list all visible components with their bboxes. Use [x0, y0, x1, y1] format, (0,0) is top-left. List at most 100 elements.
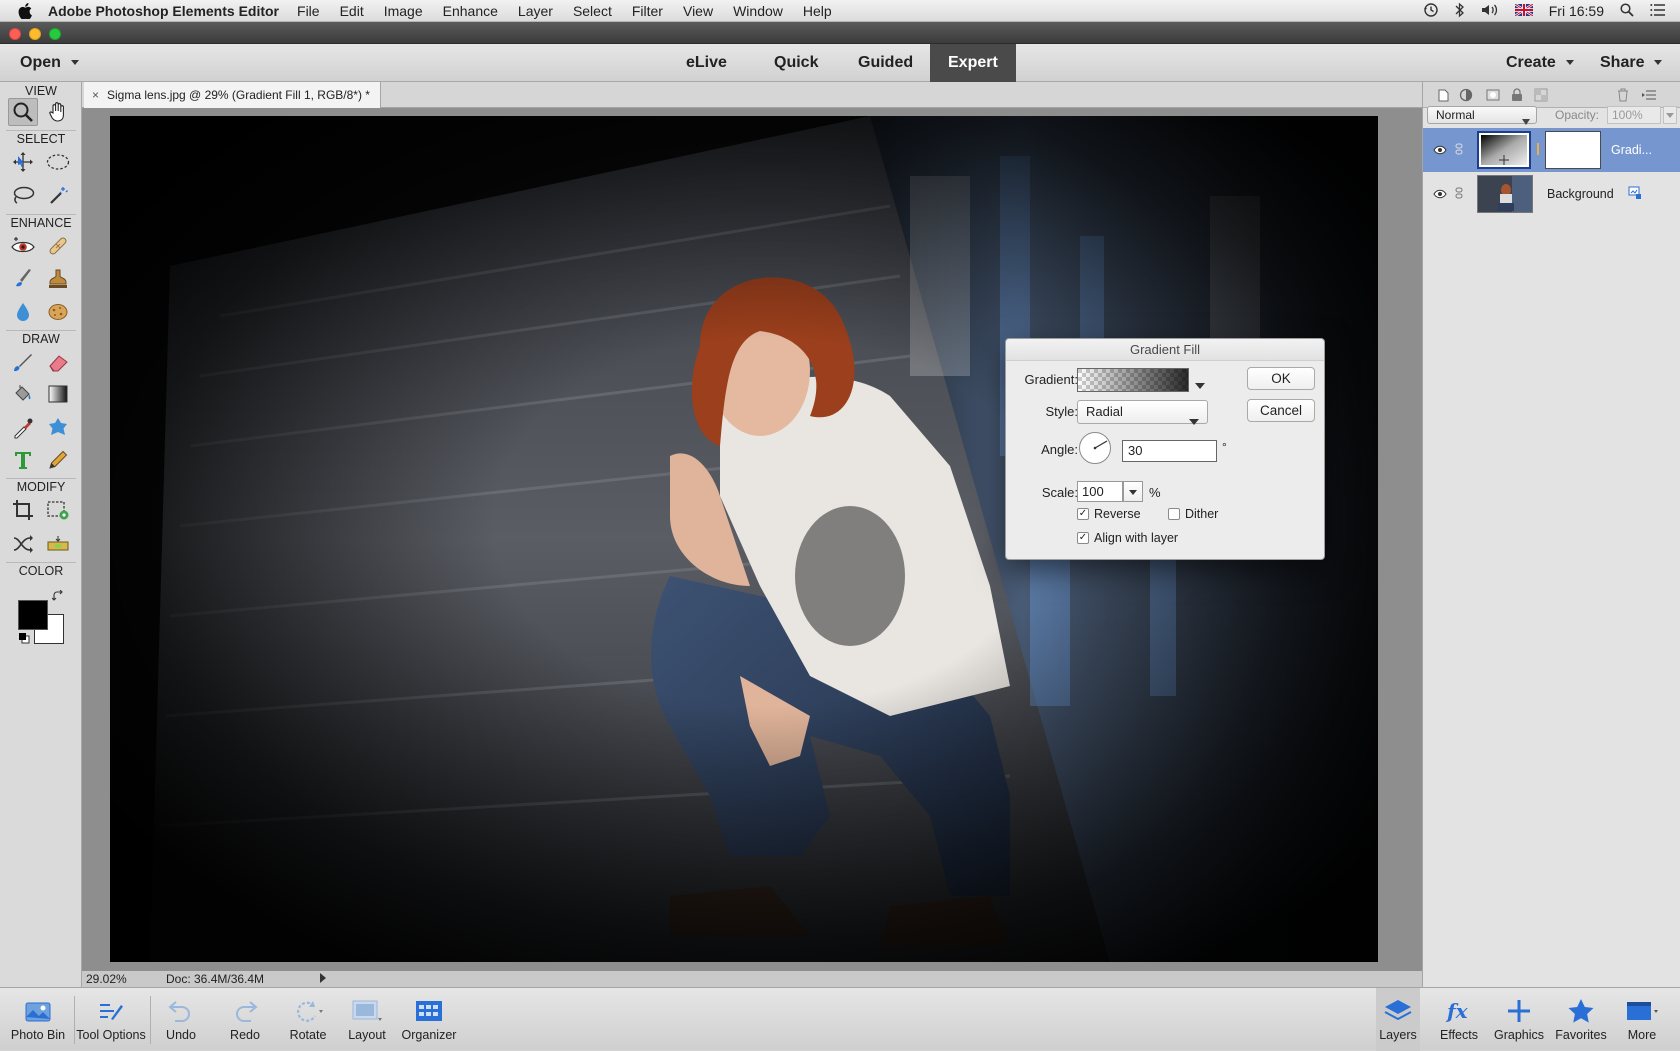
layers-panel-button[interactable]: Layers [1376, 988, 1420, 1051]
lock-icon[interactable] [1509, 87, 1525, 103]
crop-tool[interactable] [8, 496, 38, 524]
layer-thumbnail[interactable] [1477, 175, 1533, 213]
smart-brush-tool[interactable] [8, 264, 38, 292]
graphics-panel-button[interactable]: Graphics [1490, 988, 1548, 1051]
dither-checkbox[interactable]: Dither [1168, 507, 1218, 521]
clone-stamp-tool[interactable] [43, 264, 73, 292]
recompose-tool[interactable] [43, 496, 73, 524]
eye-icon[interactable] [1433, 143, 1447, 158]
photo-bin-button[interactable]: Photo Bin [6, 988, 70, 1051]
lock-transparent-icon[interactable] [1533, 87, 1549, 103]
add-layer-mask-icon[interactable] [1485, 87, 1501, 103]
cancel-button[interactable]: Cancel [1247, 399, 1315, 422]
effects-panel-button[interactable]: fx Effects [1434, 988, 1484, 1051]
mask-link-icon[interactable] [1535, 142, 1541, 158]
link-icon[interactable] [1455, 187, 1463, 202]
uk-flag-icon[interactable] [1514, 3, 1534, 19]
new-layer-icon[interactable] [1435, 87, 1451, 103]
align-with-layer-checkbox[interactable]: ✓ Align with layer [1077, 531, 1178, 545]
notification-center-icon[interactable] [1650, 3, 1666, 19]
opacity-field[interactable]: 100% [1607, 106, 1661, 124]
apple-icon[interactable] [14, 0, 36, 22]
eyedropper-tool[interactable] [8, 414, 38, 442]
brush-tool[interactable] [8, 348, 38, 376]
layer-name-background[interactable]: Background [1547, 187, 1614, 201]
rotate-button[interactable]: Rotate [281, 988, 335, 1051]
sponge-tool[interactable] [43, 298, 73, 326]
lasso-tool[interactable] [8, 182, 38, 210]
custom-shape-tool[interactable] [43, 414, 73, 442]
bluetooth-icon[interactable] [1455, 2, 1465, 21]
menu-edit[interactable]: Edit [340, 3, 364, 19]
tab-expert[interactable]: Expert [930, 44, 1016, 82]
type-tool[interactable] [8, 446, 38, 474]
move-tool[interactable] [8, 148, 38, 176]
menu-view[interactable]: View [683, 3, 713, 19]
share-button[interactable]: Share [1600, 44, 1663, 82]
zoom-tool[interactable] [8, 98, 38, 126]
document-tab[interactable]: × Sigma lens.jpg @ 29% (Gradient Fill 1,… [84, 82, 381, 108]
tab-elive[interactable]: eLive [668, 44, 745, 82]
straighten-tool[interactable] [43, 530, 73, 558]
spotlight-search-icon[interactable] [1620, 2, 1634, 20]
gradient-tool[interactable] [43, 380, 73, 408]
layer-row-gradient-fill[interactable]: Gradi... [1423, 128, 1680, 172]
scale-input[interactable]: 100 [1077, 481, 1123, 502]
opacity-slider-button[interactable] [1663, 106, 1677, 124]
foreground-color-swatch[interactable] [18, 600, 48, 630]
content-aware-move-tool[interactable] [8, 530, 38, 558]
menu-window[interactable]: Window [733, 3, 783, 19]
tab-quick[interactable]: Quick [756, 44, 836, 82]
menu-layer[interactable]: Layer [518, 3, 553, 19]
link-icon[interactable] [1455, 143, 1463, 158]
menu-filter[interactable]: Filter [632, 3, 663, 19]
ok-button[interactable]: OK [1247, 367, 1315, 390]
panel-menu-icon[interactable] [1641, 87, 1657, 103]
menu-enhance[interactable]: Enhance [443, 3, 498, 19]
layer-mask-thumbnail[interactable] [1545, 131, 1601, 169]
eraser-tool[interactable] [43, 348, 73, 376]
zoom-level[interactable]: 29.02% [86, 972, 156, 986]
favorites-panel-button[interactable]: Favorites [1552, 988, 1610, 1051]
undo-button[interactable]: Undo [156, 988, 206, 1051]
organizer-button[interactable]: Organizer [398, 988, 460, 1051]
layer-thumbnail[interactable] [1477, 131, 1531, 169]
app-name-menu[interactable]: Adobe Photoshop Elements Editor [48, 3, 279, 19]
quick-selection-tool[interactable] [43, 182, 73, 210]
scale-dropdown-button[interactable] [1123, 481, 1143, 502]
style-select[interactable]: Radial [1077, 400, 1208, 425]
layout-button[interactable]: Layout [341, 988, 393, 1051]
menu-select[interactable]: Select [573, 3, 612, 19]
hand-tool[interactable] [43, 98, 73, 126]
redo-button[interactable]: Redo [220, 988, 270, 1051]
angle-input[interactable]: 30 [1122, 440, 1217, 462]
lock-background-icon[interactable] [1628, 186, 1642, 203]
layer-name-gradient[interactable]: Gradi... [1611, 143, 1652, 157]
pencil-tool[interactable] [43, 446, 73, 474]
minimize-window-button[interactable] [29, 28, 41, 40]
blur-tool[interactable] [8, 298, 38, 326]
new-adjustment-layer-icon[interactable] [1459, 87, 1475, 103]
zoom-window-button[interactable] [49, 28, 61, 40]
layer-row-background[interactable]: Background [1423, 172, 1680, 216]
angle-dial[interactable] [1078, 431, 1112, 465]
gradient-dropdown-icon[interactable] [1195, 377, 1205, 392]
elliptical-marquee-tool[interactable] [43, 148, 73, 176]
create-button[interactable]: Create [1506, 44, 1574, 82]
blend-mode-select[interactable]: Normal [1427, 106, 1537, 125]
time-machine-icon[interactable] [1423, 2, 1439, 21]
close-document-icon[interactable]: × [92, 88, 99, 102]
reverse-checkbox[interactable]: ✓ Reverse [1077, 507, 1141, 521]
clock-text[interactable]: Fri 16:59 [1549, 3, 1604, 19]
delete-layer-icon[interactable] [1615, 87, 1631, 103]
tab-guided[interactable]: Guided [840, 44, 931, 82]
menu-image[interactable]: Image [384, 3, 423, 19]
red-eye-tool[interactable] [8, 232, 38, 260]
swap-colors-icon[interactable] [51, 589, 64, 605]
gradient-preview[interactable] [1077, 368, 1189, 392]
volume-icon[interactable] [1481, 3, 1499, 20]
default-colors-icon[interactable] [18, 632, 30, 647]
eye-icon[interactable] [1433, 187, 1447, 202]
menu-file[interactable]: File [297, 3, 320, 19]
open-button[interactable]: Open [20, 44, 79, 82]
